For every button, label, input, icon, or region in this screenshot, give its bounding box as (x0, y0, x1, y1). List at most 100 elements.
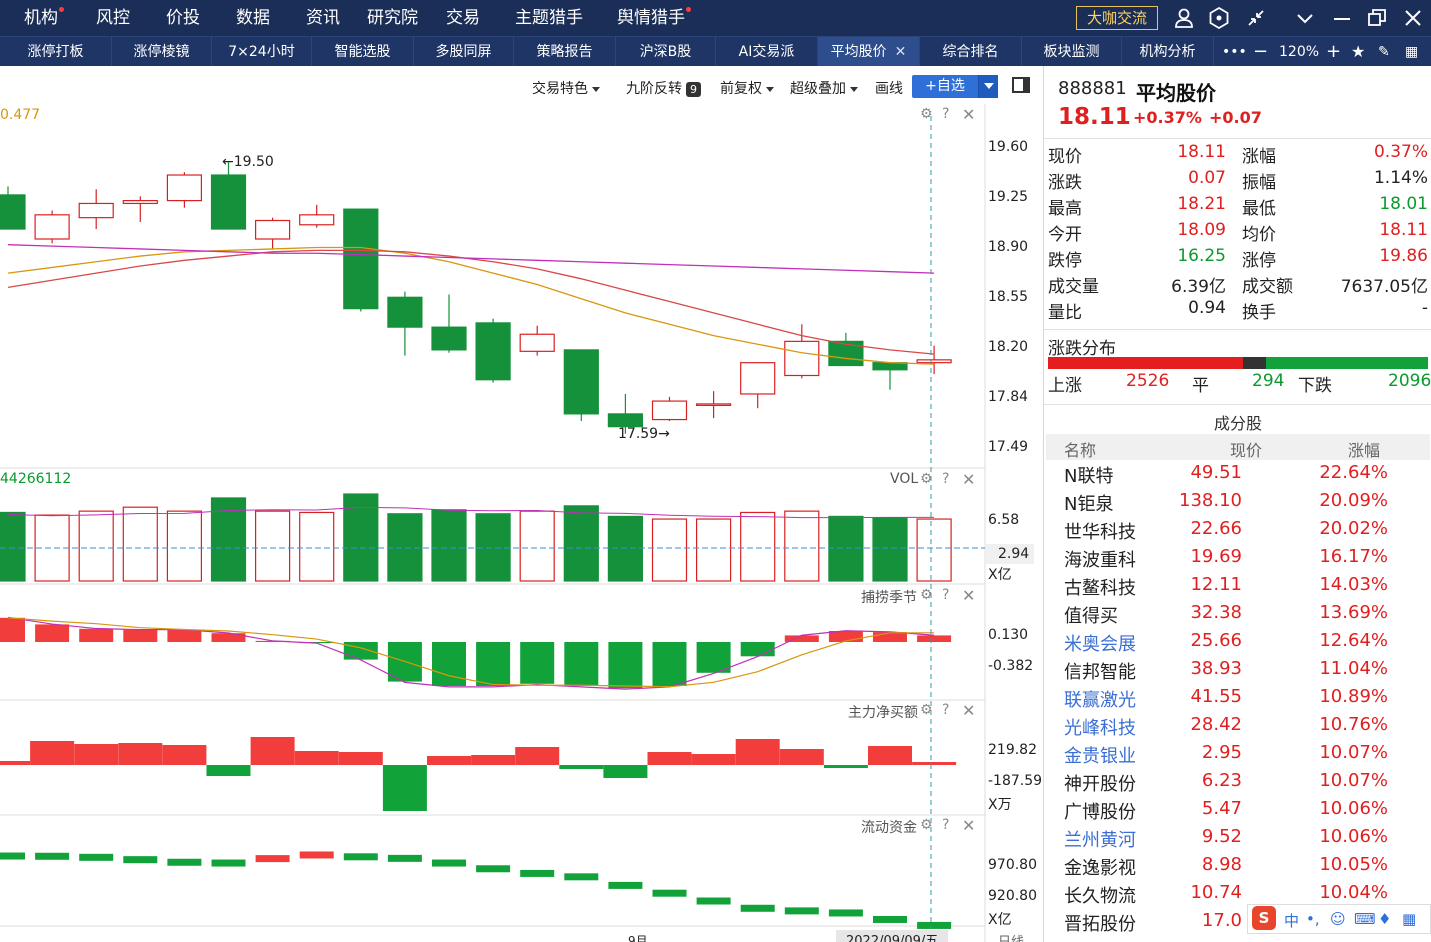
component-row[interactable]: N联特 49.51 22.64% (1044, 460, 1431, 488)
tab-zhangting-lengjing[interactable]: 涨停棱镜 (112, 37, 212, 67)
zoom-out-icon[interactable]: − (1253, 37, 1268, 67)
component-row[interactable]: N钜泉 138.10 20.09% (1044, 488, 1431, 516)
header-pct[interactable]: 涨幅 (1348, 437, 1380, 461)
header-price[interactable]: 现价 (1230, 437, 1262, 461)
menu-zixun[interactable]: 资讯 (306, 0, 340, 36)
last-price: 18.11 (1058, 104, 1131, 130)
panel-help-icon[interactable]: ? (942, 587, 949, 603)
ime-logo[interactable]: S (1252, 906, 1276, 930)
component-price: 2.95 (1201, 742, 1242, 763)
ime-emoji-icon[interactable]: ☺ (1330, 910, 1346, 928)
flat-label: 平 (1192, 376, 1209, 396)
panel-help-icon[interactable]: ? (942, 702, 949, 718)
down-segment (1266, 357, 1428, 369)
liquid-bar (740, 904, 775, 912)
component-name: 长久物流 (1064, 886, 1136, 907)
tab-celue-baogao[interactable]: 策略报告 (514, 37, 616, 67)
menu-zhuti[interactable]: 主题猎手 (515, 0, 583, 36)
flow-bar (912, 762, 957, 765)
component-row[interactable]: 海波重科 19.69 16.17% (1044, 544, 1431, 572)
menu-yuqing[interactable]: 舆情猎手 (617, 0, 691, 36)
shrink-icon[interactable] (1243, 5, 1269, 31)
component-pct: 11.04% (1319, 658, 1388, 679)
component-row[interactable]: 金贵银业 2.95 10.07% (1044, 740, 1431, 768)
panel-close-icon[interactable]: ✕ (962, 470, 975, 489)
ime-skin-icon[interactable]: ♦ (1378, 910, 1391, 928)
component-row[interactable]: 金逸影视 8.98 10.05% (1044, 852, 1431, 880)
zoom-in-icon[interactable]: + (1326, 37, 1341, 67)
tab-pingjun-gujia[interactable]: 平均股价 ✕ (818, 37, 920, 67)
liquid-bar (520, 869, 555, 877)
star-icon[interactable]: ★ (1351, 37, 1365, 67)
tab-bankuai-jiance[interactable]: 板块监测 (1022, 37, 1122, 67)
close-icon[interactable] (1400, 5, 1426, 31)
panel-settings-icon[interactable]: ⚙ (920, 817, 933, 833)
tab-zhangting-daban[interactable]: 涨停打板 (0, 37, 112, 67)
liquid-bar (123, 856, 158, 864)
panel-settings-icon[interactable]: ⚙ (920, 106, 933, 122)
component-row[interactable]: 光峰科技 28.42 10.76% (1044, 712, 1431, 740)
minimize-icon[interactable] (1329, 5, 1355, 31)
tab-close-icon[interactable]: ✕ (895, 44, 907, 60)
menu-yanjiuyuan[interactable]: 研究院 (367, 0, 418, 36)
component-row[interactable]: 值得买 32.38 13.69% (1044, 600, 1431, 628)
component-price: 32.38 (1190, 602, 1242, 623)
panel-help-icon[interactable]: ? (942, 471, 949, 487)
tab-duogu-tongping[interactable]: 多股同屏 (414, 37, 514, 67)
component-row[interactable]: 世华科技 22.66 20.02% (1044, 516, 1431, 544)
restore-icon[interactable] (1364, 5, 1390, 31)
component-row[interactable]: 神开股份 6.23 10.07% (1044, 768, 1431, 796)
menu-jigou[interactable]: 机构 (24, 0, 64, 36)
period-label[interactable]: 日线 (998, 931, 1024, 942)
season-bar (520, 642, 555, 684)
chevron-down-icon[interactable] (1292, 5, 1318, 31)
component-row[interactable]: 联赢激光 41.55 10.89% (1044, 684, 1431, 712)
consult-button[interactable]: 大咖交流 (1076, 6, 1158, 30)
more-tabs-icon[interactable]: ••• (1222, 37, 1247, 67)
menu-shuju[interactable]: 数据 (236, 0, 270, 36)
grid-icon[interactable]: ▦ (1405, 37, 1418, 67)
menu-jiaoyi[interactable]: 交易 (446, 0, 480, 36)
header-name[interactable]: 名称 (1064, 437, 1096, 461)
divider (1044, 329, 1431, 330)
ime-menu-icon[interactable]: ▦ (1402, 910, 1416, 928)
tab-zhineng-xuangu[interactable]: 智能选股 (312, 37, 414, 67)
component-row[interactable]: 广博股份 5.47 10.06% (1044, 796, 1431, 824)
pen-icon[interactable]: ✎ (1378, 37, 1390, 67)
y-tick: 18.90 (988, 239, 1029, 255)
panel-help-icon[interactable]: ? (942, 817, 949, 833)
component-price: 8.98 (1201, 854, 1242, 875)
panel-close-icon[interactable]: ✕ (962, 586, 975, 605)
user-icon[interactable] (1171, 5, 1197, 31)
flow-bar (427, 756, 471, 765)
panel-settings-icon[interactable]: ⚙ (920, 587, 933, 603)
tab-zonghe-paiming[interactable]: 综合排名 (920, 37, 1022, 67)
hexagon-settings-icon[interactable] (1206, 5, 1232, 31)
menu-fengkong[interactable]: 风控 (96, 0, 130, 36)
up-label: 上涨 (1048, 376, 1082, 396)
panel-settings-icon[interactable]: ⚙ (920, 702, 933, 718)
ime-punct-icon[interactable]: •, (1306, 910, 1320, 928)
panel-close-icon[interactable]: ✕ (962, 701, 975, 720)
tab-ai-jiaoyi[interactable]: AI交易派 (716, 37, 818, 67)
component-row[interactable]: 信邦智能 38.93 11.04% (1044, 656, 1431, 684)
component-row[interactable]: 兰州黄河 9.52 10.06% (1044, 824, 1431, 852)
season-panel-title: 捕捞季节 (861, 590, 917, 606)
tab-hushen-b[interactable]: 沪深B股 (616, 37, 716, 67)
stock-chart[interactable] (0, 66, 1043, 942)
tab-jigou-fenxi[interactable]: 机构分析 (1122, 37, 1214, 67)
panel-help-icon[interactable]: ? (942, 106, 949, 122)
panel-close-icon[interactable]: ✕ (962, 816, 975, 835)
ime-mode[interactable]: 中 (1284, 910, 1299, 931)
component-name: 金贵银业 (1064, 746, 1136, 767)
panel-close-icon[interactable]: ✕ (962, 105, 975, 124)
menu-jiatou[interactable]: 价投 (166, 0, 200, 36)
panel-settings-icon[interactable]: ⚙ (920, 471, 933, 487)
ime-keyboard-icon[interactable]: ⌨ (1354, 910, 1376, 928)
season-signal-line (7, 617, 935, 688)
tab-7x24[interactable]: 7×24小时 (212, 37, 312, 67)
component-row[interactable]: 米奥会展 25.66 12.64% (1044, 628, 1431, 656)
down-label: 下跌 (1298, 376, 1332, 396)
quote-label: 换手 (1242, 303, 1276, 323)
component-row[interactable]: 古鳌科技 12.11 14.03% (1044, 572, 1431, 600)
